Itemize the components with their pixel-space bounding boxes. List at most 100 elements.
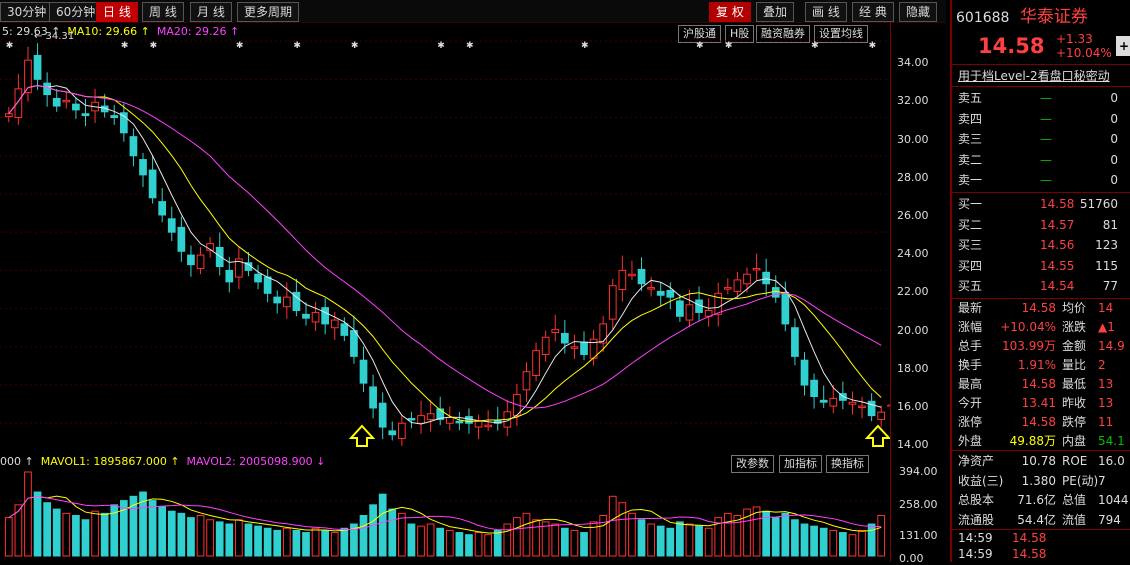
add-watchlist-button[interactable]: + [1116,36,1130,56]
draw-line-button[interactable]: 画 线 [805,2,847,22]
volume-bar [656,525,665,557]
volume-tick-label: 394.00 [899,465,938,478]
candle-body [752,267,761,271]
stat-value: +10.04% [1000,320,1056,334]
bid-row: 买三 14.56 123 [952,235,1130,255]
volume-bar [196,514,205,557]
volume-bar [407,523,416,557]
event-marker[interactable]: ✱ [437,41,445,51]
period-toolbar: 30分钟 60分钟 日 线 周 线 月 线 更多周期 复 权 叠加 画 线 经 … [0,0,946,23]
fund-label: 净资产 [958,454,995,468]
overlay-button[interactable]: 叠加 [756,2,795,22]
classic-button[interactable]: 经 典 [852,2,894,22]
fund-value-2: 7 [1098,473,1106,488]
event-marker[interactable]: ✱ [293,41,301,51]
restore-rights-button[interactable]: 复 权 [709,2,751,22]
stat-label-2: 跌停 [1062,415,1087,429]
event-marker[interactable]: ✱ [466,41,474,51]
event-marker[interactable]: ✱ [150,41,158,51]
stat-value-2: ▲1 [1098,320,1115,334]
volume-bar [359,514,368,557]
volume-bar [321,529,330,557]
ask-price: — [1040,91,1052,105]
candlestick-chart[interactable]: ✱✱✱✱✱✱✱✱✱✱✱✱✱← 34.31← 11.95 [0,22,890,450]
volume-bar [455,532,464,557]
candle-body [129,136,138,157]
bid-volume: 77 [1102,279,1118,294]
volume-bar [33,491,42,557]
ask-label: 卖一 [958,173,983,188]
event-marker[interactable]: ✱ [351,41,359,51]
candle-body [311,311,320,323]
tab-daily[interactable]: 日 线 [96,2,138,22]
stat-value-2: 13 [1098,396,1114,410]
event-marker[interactable]: ✱ [6,41,14,51]
fund-label-2: 总值 [1062,493,1087,507]
stock-header: 601688 华泰证券 [956,2,1088,27]
ask-book: 卖五 — 0 卖四 — 0 卖三 — 0 卖二 — 0 卖一 — 0 [952,88,1130,192]
ask-price: — [1040,111,1052,126]
tab-60min[interactable]: 60分钟 [49,2,103,22]
ma10-line [8,85,882,423]
event-marker[interactable]: ✱ [121,41,129,51]
high-price-label: ← 34.31 [34,31,74,42]
support-arrow-icon [348,424,376,447]
tab-monthly[interactable]: 月 线 [190,2,232,22]
stat-label: 涨停 [958,415,983,429]
tab-30min[interactable]: 30分钟 [0,2,54,22]
price-tick-label: 22.00 [897,285,929,299]
volume-bar [62,512,71,557]
bid-book: 买一 14.58 51760 买二 14.57 81 买三 14.56 123 买四 14.55 11… [952,194,1130,298]
volume-bar [513,517,521,557]
tick-time: 14:59 [958,547,993,561]
bid-label: 买五 [958,279,983,294]
volume-bar [551,523,560,557]
volume-bar [810,525,818,557]
volume-bar [167,510,176,557]
event-marker[interactable]: ✱ [236,41,244,51]
volume-bar [532,519,540,557]
candle-body [848,401,857,405]
event-marker[interactable]: ✱ [869,41,877,51]
stat-label: 换手 [958,358,983,372]
volume-bar [685,523,694,557]
event-marker[interactable]: ✱ [811,41,819,51]
volume-bar [877,514,886,557]
quote-panel: 601688 华泰证券 14.58 +1.33 +10.04% + 用于档Lev… [950,0,1130,562]
volume-bar [695,525,703,557]
bid-label: 买二 [958,217,983,232]
stat-label-2: 昨收 [1062,396,1087,410]
stock-code: 601688 [956,10,1010,26]
event-marker[interactable]: ✱ [725,41,733,51]
event-marker[interactable]: ✱ [696,41,704,51]
volume-bar [158,506,167,557]
candle-body [72,103,80,111]
candle-body [771,287,780,298]
hide-button[interactable]: 隐藏 [899,2,938,22]
stat-row: 最新 14.58 均价 14 [952,298,1130,318]
candle-body [560,332,569,344]
stat-row: 今开 13.41 昨收 13 [952,393,1130,413]
volume-chart[interactable] [0,452,890,562]
volume-bar [800,523,809,557]
level2-promo-link[interactable]: 用于档Level-2看盘口秘密动 [958,67,1110,84]
tab-weekly[interactable]: 周 线 [142,2,184,22]
ask-row: 卖四 — 0 [952,109,1130,129]
fund-value: 10.78 [1021,454,1056,468]
volume-bar [388,508,397,557]
candle-body [369,386,377,409]
bid-volume: 115 [1095,258,1118,273]
candle-body [551,329,560,333]
price-tick-label: 24.00 [897,247,929,261]
volume-bar [263,527,272,557]
event-marker[interactable]: ✱ [581,41,589,51]
stat-row: 换手 1.91% 量比 2 [952,355,1130,375]
tab-more-periods[interactable]: 更多周期 [237,2,300,22]
quote-stats: 最新 14.58 均价 14 涨幅 +10.04% 涨跌 ▲1 总手 103.99万 金额 14.9 换… [952,298,1130,450]
candle-body [484,424,492,428]
candle-body [177,226,186,252]
ask-volume: 0 [1110,111,1118,126]
fund-value: 71.6亿 [1017,493,1056,507]
fund-value-2: 1044 [1098,493,1129,507]
volume-bar [292,529,301,557]
